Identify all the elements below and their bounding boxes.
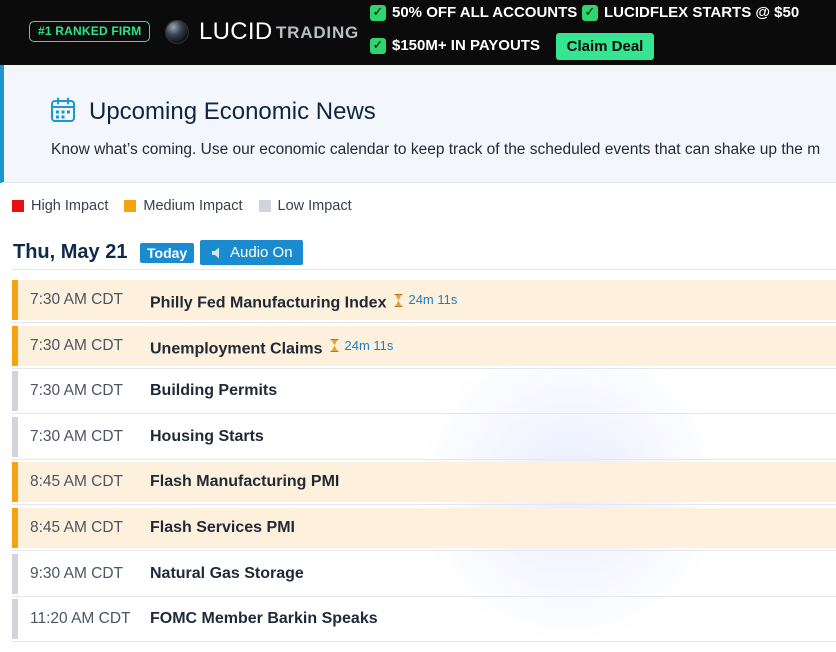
event-name: Natural Gas Storage — [150, 564, 304, 582]
event-time: 7:30 AM CDT — [30, 382, 124, 400]
event-name: FOMC Member Barkin Speaks — [150, 610, 378, 628]
event-countdown: 24m 11s — [330, 337, 393, 355]
page-title: Upcoming Economic News — [89, 98, 376, 125]
event-name: Philly Fed Manufacturing Index — [150, 294, 387, 312]
hourglass-icon — [330, 339, 339, 353]
high-impact-swatch — [12, 200, 24, 212]
event-name-cell: Flash Manufacturing PMI — [150, 473, 339, 491]
promo-text: LUCIDFLEX STARTS @ $50 — [604, 4, 800, 21]
legend-label: Low Impact — [277, 198, 352, 214]
legend-high: High Impact — [12, 198, 108, 214]
event-time: 11:20 AM CDT — [30, 610, 131, 628]
legend-label: Medium Impact — [143, 198, 243, 214]
event-name: Unemployment Claims — [150, 340, 323, 358]
event-name-cell: Building Permits — [150, 382, 277, 400]
check-icon: ✓ — [370, 5, 386, 21]
legend-low: Low Impact — [258, 198, 352, 214]
impact-legend: High Impact Medium Impact Low Impact — [12, 198, 368, 214]
divider — [12, 269, 836, 270]
claim-deal-button[interactable]: Claim Deal — [556, 33, 654, 60]
legend-medium: Medium Impact — [124, 198, 243, 214]
event-row[interactable]: 7:30 AM CDT Philly Fed Manufacturing Inde… — [12, 280, 836, 323]
event-time: 8:45 AM CDT — [30, 518, 124, 536]
calendar-icon — [51, 97, 75, 122]
event-name-cell: FOMC Member Barkin Speaks — [150, 610, 378, 628]
event-row[interactable]: 11:20 AM CDT FOMC Member Barkin Speaks — [12, 599, 836, 643]
event-time: 9:30 AM CDT — [30, 564, 124, 582]
countdown-text: 24m 11s — [408, 292, 458, 307]
event-row[interactable]: 8:45 AM CDT Flash Services PMI — [12, 507, 836, 551]
promo-text: 50% OFF ALL ACCOUNTS — [392, 4, 578, 21]
event-row[interactable]: 7:30 AM CDT Unemployment Claims 24m 11s — [12, 325, 836, 369]
ranked-firm-badge: #1 RANKED FIRM — [29, 21, 151, 42]
event-name: Flash Services PMI — [150, 518, 295, 536]
logo-subtitle: TRADING — [276, 23, 360, 42]
event-time: 7:30 AM CDT — [30, 336, 124, 354]
promo-item: ✓ 50% OFF ALL ACCOUNTS — [370, 4, 577, 22]
event-row[interactable]: 9:30 AM CDT Natural Gas Storage — [12, 553, 836, 597]
event-name-cell: Philly Fed Manufacturing Index 24m 11s — [150, 291, 457, 313]
event-name: Building Permits — [150, 382, 278, 400]
event-time: 8:45 AM CDT — [30, 473, 124, 491]
speaker-icon — [212, 247, 219, 258]
promo-bar: #1 RANKED FIRM LUCID TRADING ✓ 50% OFF A… — [0, 0, 836, 65]
event-name: Flash Manufacturing PMI — [150, 473, 340, 491]
event-row[interactable]: 7:30 AM CDT Housing Starts — [12, 416, 836, 460]
event-name-cell: Unemployment Claims 24m 11s — [150, 337, 393, 359]
event-time: 7:30 AM CDT — [30, 291, 124, 308]
promo-item: ✓ $150M+ IN PAYOUTS — [370, 37, 540, 55]
check-icon: ✓ — [582, 5, 598, 21]
check-icon: ✓ — [370, 38, 386, 54]
legend-label: High Impact — [31, 198, 109, 214]
event-name-cell: Natural Gas Storage — [150, 565, 304, 583]
event-row[interactable]: 8:45 AM CDT Flash Manufacturing PMI — [12, 462, 836, 506]
today-badge: Today — [140, 243, 195, 263]
event-countdown: 24m 11s — [394, 291, 457, 309]
countdown-text: 24m 11s — [344, 337, 394, 353]
medium-impact-swatch — [124, 200, 137, 212]
page-description: Know what’s coming. Use our economic cal… — [51, 141, 821, 158]
low-impact-swatch — [258, 200, 271, 212]
economic-news-header: Upcoming Economic News Know what’s comin… — [0, 65, 836, 183]
logo-wordmark[interactable]: LUCID — [199, 18, 273, 46]
promo-text: $150M+ IN PAYOUTS — [392, 37, 540, 54]
audio-toggle-label: Audio On — [230, 244, 293, 261]
day-heading: Thu, May 21 — [13, 241, 128, 263]
hourglass-icon — [394, 293, 403, 307]
promo-item: ✓ LUCIDFLEX STARTS @ $50 — [582, 4, 799, 22]
lucid-logo-icon — [165, 20, 189, 44]
events-list: 7:30 AM CDT Philly Fed Manufacturing Inde… — [12, 280, 836, 645]
event-name-cell: Flash Services PMI — [150, 519, 295, 537]
event-row[interactable]: 7:30 AM CDT Building Permits — [12, 371, 836, 415]
event-time: 7:30 AM CDT — [30, 427, 124, 445]
audio-toggle-button[interactable]: Audio On — [200, 240, 303, 265]
event-name: Housing Starts — [150, 427, 264, 445]
event-name-cell: Housing Starts — [150, 428, 264, 446]
